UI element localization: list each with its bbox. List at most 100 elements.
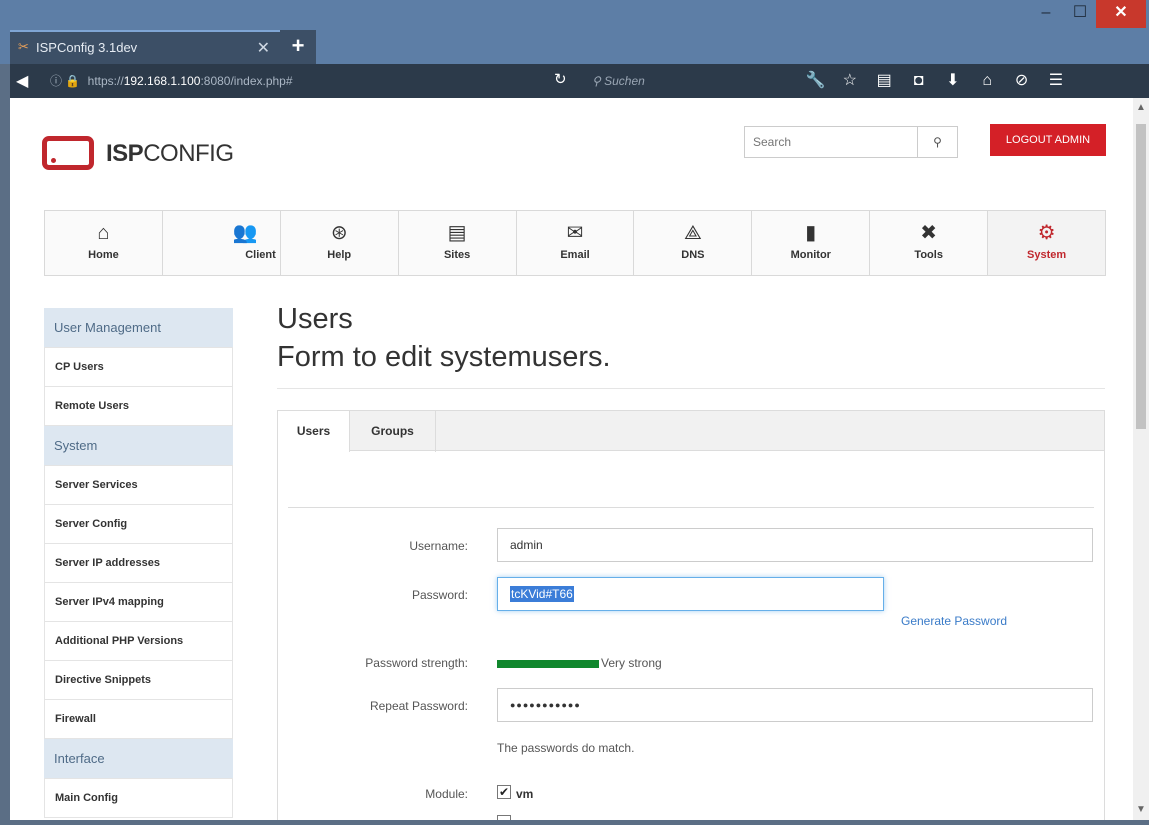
browser-toolbar: 🔧 ☆ ▤ ◘ ⬇ ⌂ ⊘ ☰ (800, 69, 1071, 93)
nav-item-monitor[interactable]: ▮ Monitor (752, 211, 871, 275)
password-strength-text: Very strong (601, 656, 662, 670)
password-match-text: The passwords do match. (497, 741, 635, 755)
nav-item-dns[interactable]: ⟁ DNS (634, 211, 753, 275)
window-minimize-button[interactable]: – (1028, 0, 1064, 28)
browser-tab[interactable]: ✂ ISPConfig 3.1dev ✕ (10, 30, 280, 64)
home-browser-icon[interactable]: ⌂ (972, 69, 1003, 93)
logo-monitor-icon (42, 136, 94, 170)
url-prefix: https:// (87, 74, 124, 88)
search-button[interactable]: ⚲ (917, 127, 957, 157)
sidebar-item-server-config[interactable]: Server Config (44, 505, 233, 544)
logout-button[interactable]: LOGOUT ADMIN (990, 124, 1106, 156)
browser-search-field[interactable]: ⚲ Suchen (584, 69, 774, 93)
ispconfig-favicon-icon: ✂ (18, 39, 29, 54)
search-input[interactable] (745, 127, 915, 157)
nav-label: Tools (914, 249, 943, 261)
addon-icon[interactable]: ⊘ (1006, 69, 1037, 93)
sidebar-item-cp-users[interactable]: CP Users (44, 348, 233, 387)
scroll-down-arrow-icon[interactable]: ▼ (1136, 804, 1146, 815)
sidebar-item-firewall[interactable]: Firewall (44, 700, 233, 739)
sidebar: User Management CP Users Remote Users Sy… (44, 308, 233, 818)
url-bar[interactable]: ⓘ 🔒 https://192.168.1.100:8080/index.php… (44, 69, 541, 93)
sidebar-item-directive-snippets[interactable]: Directive Snippets (44, 661, 233, 700)
download-icon[interactable]: ⬇ (937, 69, 968, 93)
username-label: Username: (409, 539, 468, 553)
nav-label: Monitor (790, 249, 831, 261)
nav-item-tools[interactable]: ✖ Tools (870, 211, 989, 275)
divider (288, 507, 1094, 508)
username-field[interactable]: admin (497, 528, 1093, 562)
lock-warning-icon[interactable]: 🔒 (65, 74, 80, 88)
tab-users[interactable]: Users (278, 411, 350, 452)
nav-label: Email (560, 249, 590, 261)
wrench-icon[interactable]: 🔧 (800, 69, 831, 93)
main-nav: ⌂ Home 👥 Client ⊛ Help ▤ Sites ✉ Email ⟁ DNS ▮… (44, 210, 1106, 276)
lifebuoy-icon: ⊛ (330, 222, 348, 244)
browser-search-placeholder: Suchen (604, 74, 645, 88)
monitor-icon: ▮ (805, 222, 817, 244)
checkmark-icon: ✔ (498, 785, 510, 799)
sidebar-item-remote-users[interactable]: Remote Users (44, 387, 233, 426)
nav-item-help[interactable]: ⊛ Help (281, 211, 399, 275)
nav-item-client[interactable]: 👥 Client (163, 211, 281, 275)
form-panel: Users Groups Username: admin Password: t… (277, 410, 1105, 820)
window-close-button[interactable]: ✕ (1096, 0, 1146, 28)
pocket-icon[interactable]: ◘ (903, 69, 934, 93)
nav-item-home[interactable]: ⌂ Home (45, 211, 163, 275)
gear-icon: ⚙ (1037, 222, 1056, 244)
password-field[interactable]: tcKVid#T66 (497, 577, 884, 611)
password-value: tcKVid#T66 (510, 586, 574, 602)
window-maximize-button[interactable]: ☐ (1062, 0, 1098, 28)
url-host: 192.168.1.100 (123, 74, 201, 88)
dns-icon: ⟁ (683, 222, 702, 244)
reader-view-icon[interactable]: ▤ (869, 69, 900, 93)
page-title: Users (277, 303, 353, 335)
nav-label: Home (88, 249, 119, 261)
nav-item-sites[interactable]: ▤ Sites (399, 211, 517, 275)
menu-hamburger-icon[interactable]: ☰ (1040, 69, 1071, 93)
password-label: Password: (411, 588, 468, 602)
sidebar-item-server-ip-addresses[interactable]: Server IP addresses (44, 544, 233, 583)
repeat-password-label: Repeat Password: (369, 699, 468, 713)
search-icon: ⚲ (933, 135, 942, 149)
repeat-password-field[interactable]: ●●●●●●●●●●● (497, 688, 1093, 722)
nav-label: Help (327, 249, 352, 261)
divider (277, 388, 1105, 389)
reload-icon[interactable]: ↻ (554, 70, 567, 88)
new-tab-button[interactable]: + (280, 30, 316, 64)
sidebar-item-main-config[interactable]: Main Config (44, 779, 233, 818)
home-icon: ⌂ (97, 222, 110, 244)
scroll-up-arrow-icon[interactable]: ▲ (1136, 102, 1146, 113)
web-page: ISPCONFIG ⚲ LOGOUT ADMIN ⌂ Home 👥 Client ⊛… (10, 98, 1133, 820)
sidebar-item-additional-php-versions[interactable]: Additional PHP Versions (44, 622, 233, 661)
tab-close-icon[interactable]: ✕ (257, 38, 270, 58)
sidebar-section-system: System (44, 426, 233, 466)
bookmark-star-icon[interactable]: ☆ (834, 69, 865, 93)
logo-text: ISPCONFIG (106, 140, 234, 168)
page-subtitle: Form to edit systemusers. (277, 341, 611, 373)
url-rest: :8080/index.php# (200, 74, 293, 88)
module-checkbox[interactable] (497, 815, 511, 820)
nav-item-email[interactable]: ✉ Email (517, 211, 635, 275)
nav-item-system[interactable]: ⚙ System (988, 211, 1106, 275)
back-arrow-icon[interactable]: ◀ (16, 71, 28, 91)
tab-groups[interactable]: Groups (350, 411, 436, 452)
sidebar-section-user-management: User Management (44, 308, 233, 348)
password-strength-label: Password strength: (365, 656, 468, 670)
scroll-thumb[interactable] (1136, 124, 1146, 429)
users-icon: 👥 (232, 222, 258, 244)
nav-label: Sites (443, 249, 471, 261)
module-vm-checkbox[interactable]: ✔ (497, 785, 511, 799)
magnifier-icon: ⚲ (592, 74, 605, 88)
sites-icon: ▤ (447, 222, 467, 244)
sidebar-item-server-services[interactable]: Server Services (44, 466, 233, 505)
page-scrollbar[interactable]: ▲ ▼ (1133, 98, 1149, 820)
info-icon[interactable]: ⓘ (50, 74, 62, 88)
nav-label: System (1027, 249, 1067, 261)
logo-bold: ISP (106, 140, 144, 167)
generate-password-link[interactable]: Generate Password (901, 614, 1007, 628)
email-icon: ✉ (566, 222, 584, 244)
sidebar-item-server-ipv4-mapping[interactable]: Server IPv4 mapping (44, 583, 233, 622)
module-vm-label: vm (516, 787, 534, 801)
nav-label: DNS (681, 249, 705, 261)
